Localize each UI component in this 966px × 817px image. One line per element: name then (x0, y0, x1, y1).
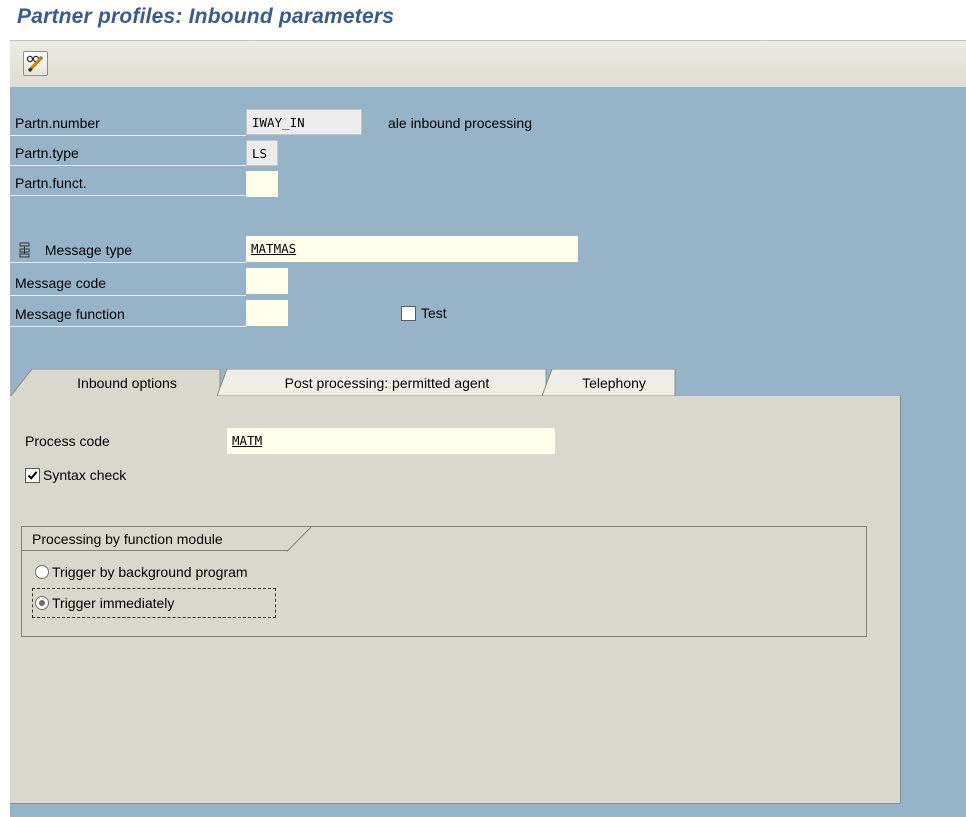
tab-telephony[interactable]: Telephony (552, 369, 676, 397)
process-code-label: Process code (25, 433, 110, 449)
radio-background-program-label: Trigger by background program (52, 564, 248, 580)
tab-telephony-label: Telephony (582, 375, 646, 391)
radio-trigger-immediately[interactable] (35, 596, 49, 610)
test-checkbox[interactable] (401, 306, 416, 321)
tab-post-processing-label: Post processing: permitted agent (284, 375, 490, 391)
tab-inbound-options[interactable]: Inbound options (32, 369, 222, 397)
tab-inbound-options-label: Inbound options (77, 375, 177, 391)
main-area: Partn.number IWAY_IN ale inbound process… (10, 87, 966, 817)
process-code-value: MATM (232, 433, 263, 448)
partner-number-field[interactable]: IWAY_IN (246, 109, 362, 135)
radio-background-program[interactable] (35, 565, 49, 579)
partner-type-label: Partn.type (10, 140, 246, 166)
partner-type-field[interactable]: LS (246, 140, 278, 166)
pencil-glasses-icon (26, 55, 44, 73)
test-label: Test (421, 305, 447, 321)
inbound-options-panel: Process code MATM Syntax check Processin… (10, 396, 901, 804)
group-title-slant (287, 527, 312, 552)
processing-group-title: Processing by function module (22, 527, 288, 551)
display-change-button[interactable] (23, 51, 48, 76)
partner-function-field[interactable] (246, 171, 278, 197)
message-function-field[interactable] (246, 300, 288, 326)
hierarchy-icon (19, 242, 30, 258)
checkmark-icon (27, 471, 38, 480)
message-function-label: Message function (10, 301, 246, 327)
syntax-check-checkbox[interactable] (25, 468, 40, 483)
process-code-field[interactable]: MATM (227, 428, 555, 454)
tab-post-processing[interactable]: Post processing: permitted agent (227, 369, 547, 397)
message-code-field[interactable] (246, 268, 288, 294)
partner-number-label: Partn.number (10, 110, 246, 136)
syntax-check-label: Syntax check (43, 467, 127, 483)
message-code-label: Message code (10, 270, 246, 296)
partner-function-label: Partn.funct. (10, 170, 246, 196)
message-type-label: Message type (44, 242, 133, 258)
message-type-value: MATMAS (251, 241, 297, 256)
toolbar (10, 40, 966, 88)
message-type-field[interactable]: MATMAS (246, 236, 578, 262)
partner-number-description: ale inbound processing (388, 115, 532, 131)
message-type-row-label: Message type (10, 237, 246, 263)
radio-trigger-immediately-label: Trigger immediately (52, 595, 175, 611)
page-title: Partner profiles: Inbound parameters (17, 5, 395, 28)
processing-group: Processing by function module Trigger by… (21, 526, 867, 637)
